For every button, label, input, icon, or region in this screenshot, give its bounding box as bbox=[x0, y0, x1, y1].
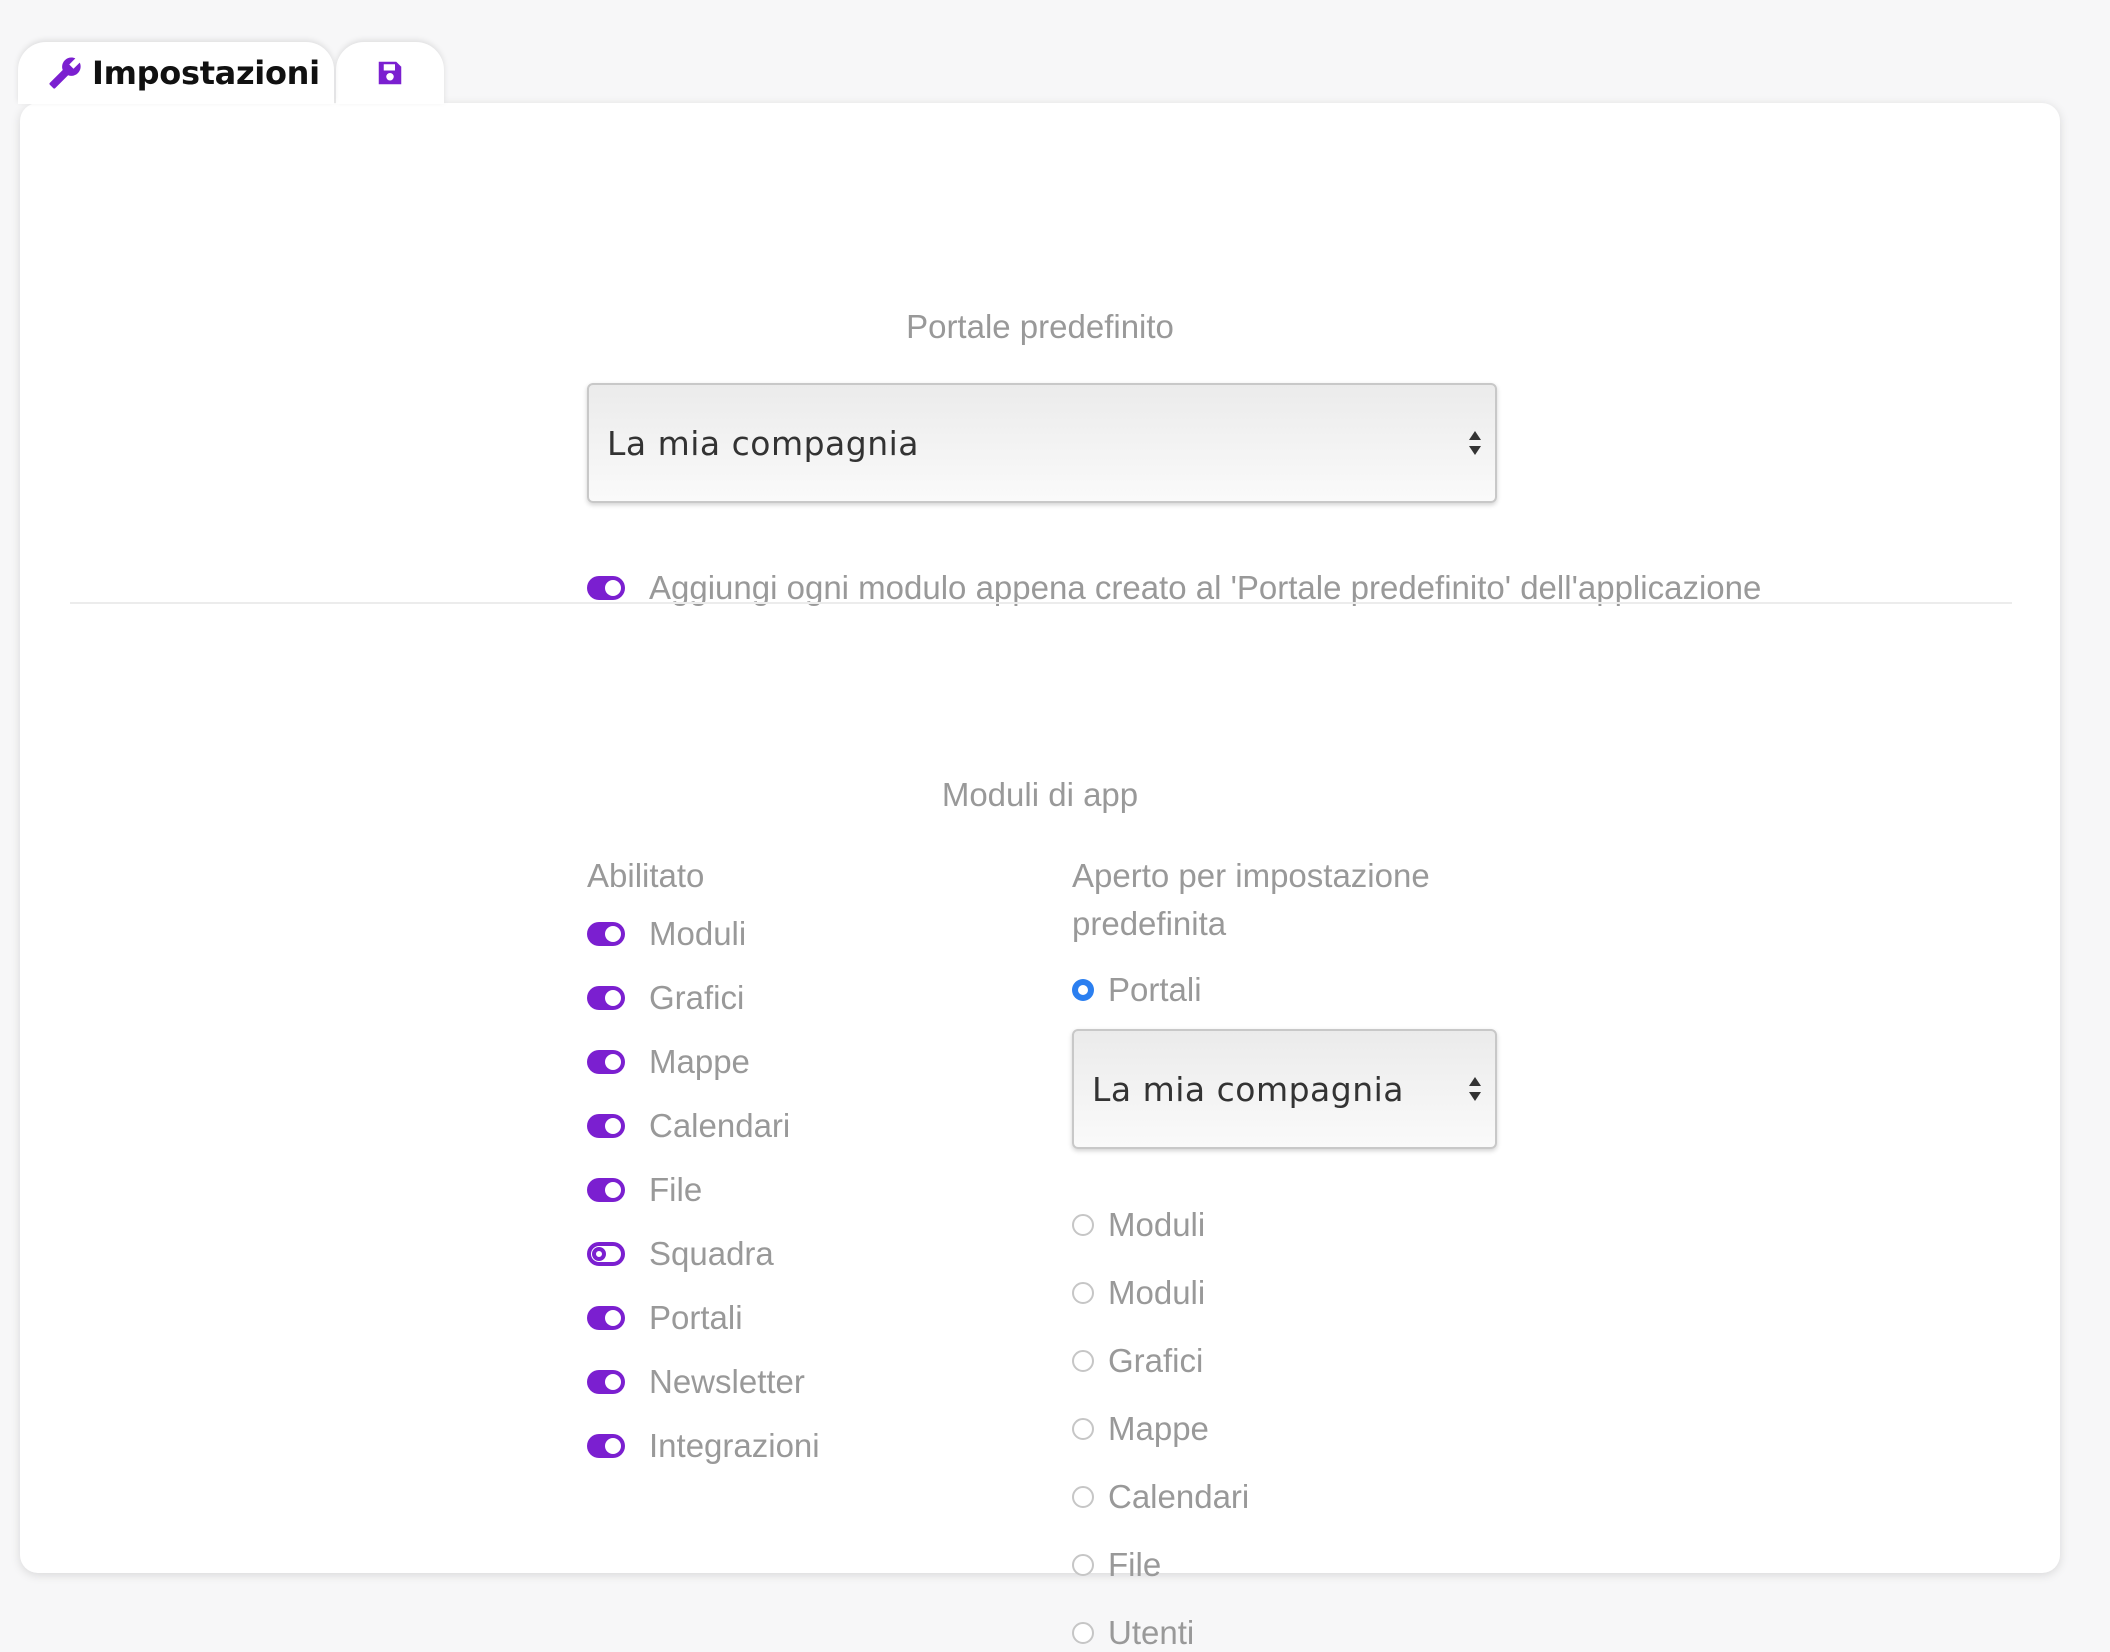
radio-label: Moduli bbox=[1108, 1274, 1206, 1311]
default-open-option-portals[interactable]: Portali bbox=[1072, 971, 1202, 1009]
radio-button[interactable] bbox=[1072, 979, 1094, 1001]
enabled-toggle-row[interactable]: Grafici bbox=[587, 979, 744, 1017]
default-open-option[interactable]: Moduli bbox=[1072, 1206, 1205, 1244]
settings-card: Portale predefinito La mia compagnia Agg… bbox=[20, 103, 2060, 1651]
default-portal-select[interactable]: La mia compagnia bbox=[587, 383, 1497, 503]
tab-settings-label: Impostazioni bbox=[92, 54, 320, 92]
select-arrows-icon bbox=[1469, 1077, 1481, 1101]
radio-label: Portali bbox=[1108, 971, 1202, 1008]
enabled-toggle-row[interactable]: Moduli bbox=[587, 915, 746, 953]
enabled-toggle[interactable] bbox=[587, 1370, 625, 1394]
enabled-toggle[interactable] bbox=[587, 1050, 625, 1074]
tab-settings[interactable]: Impostazioni bbox=[18, 42, 334, 104]
radio-button[interactable] bbox=[1072, 1350, 1094, 1372]
enabled-toggle-label: Newsletter bbox=[649, 1363, 805, 1400]
radio-button[interactable] bbox=[1072, 1622, 1094, 1644]
save-tab[interactable] bbox=[336, 42, 444, 104]
add-module-toggle[interactable] bbox=[587, 576, 625, 600]
enabled-toggle-label: Mappe bbox=[649, 1043, 750, 1080]
enabled-toggle-label: File bbox=[649, 1171, 703, 1208]
enabled-toggle[interactable] bbox=[587, 1114, 625, 1138]
enabled-toggle-row[interactable]: Integrazioni bbox=[587, 1427, 820, 1465]
radio-label: Moduli bbox=[1108, 1206, 1206, 1243]
enabled-toggle-label: Calendari bbox=[649, 1107, 791, 1144]
radio-button[interactable] bbox=[1072, 1282, 1094, 1304]
section-divider bbox=[70, 602, 2012, 604]
radio-label: Mappe bbox=[1108, 1410, 1209, 1447]
radio-button[interactable] bbox=[1072, 1554, 1094, 1576]
enabled-toggle[interactable] bbox=[587, 922, 625, 946]
radio-button[interactable] bbox=[1072, 1486, 1094, 1508]
default-open-column-header: Aperto per impostazione predefinita bbox=[1072, 857, 1430, 942]
enabled-toggle-row[interactable]: Portali bbox=[587, 1299, 743, 1337]
default-open-portal-select[interactable]: La mia compagnia bbox=[1072, 1029, 1497, 1149]
select-arrows-icon bbox=[1469, 431, 1481, 455]
enabled-toggle-row[interactable]: Mappe bbox=[587, 1043, 750, 1081]
enabled-toggle-label: Moduli bbox=[649, 915, 747, 952]
enabled-toggle-row[interactable]: Squadra bbox=[587, 1235, 774, 1273]
enabled-toggle[interactable] bbox=[587, 986, 625, 1010]
default-open-option[interactable]: Moduli bbox=[1072, 1274, 1205, 1312]
enabled-column-header: Abilitato bbox=[587, 857, 705, 894]
enabled-toggle[interactable] bbox=[587, 1242, 625, 1266]
radio-label: Calendari bbox=[1108, 1478, 1250, 1515]
radio-button[interactable] bbox=[1072, 1214, 1094, 1236]
enabled-toggle-label: Portali bbox=[649, 1299, 743, 1336]
radio-button[interactable] bbox=[1072, 1418, 1094, 1440]
wrench-icon bbox=[49, 57, 81, 89]
default-open-option[interactable]: Calendari bbox=[1072, 1478, 1249, 1516]
radio-label: File bbox=[1108, 1546, 1162, 1583]
radio-label: Utenti bbox=[1108, 1614, 1195, 1651]
enabled-toggle-row[interactable]: Newsletter bbox=[587, 1363, 805, 1401]
enabled-toggle-label: Grafici bbox=[649, 979, 745, 1016]
default-open-option[interactable]: Mappe bbox=[1072, 1410, 1209, 1448]
radio-label: Grafici bbox=[1108, 1342, 1204, 1379]
app-modules-title: Moduli di app bbox=[941, 776, 1139, 813]
default-portal-title: Portale predefinito bbox=[906, 308, 1174, 345]
default-open-portal-select-value: La mia compagnia bbox=[1092, 1069, 1405, 1109]
enabled-toggle[interactable] bbox=[587, 1434, 625, 1458]
default-open-option[interactable]: Grafici bbox=[1072, 1342, 1203, 1380]
floppy-disk-icon bbox=[378, 61, 402, 85]
default-open-option[interactable]: Utenti bbox=[1072, 1614, 1194, 1652]
enabled-toggle-label: Squadra bbox=[649, 1235, 774, 1272]
enabled-toggle-row[interactable]: Calendari bbox=[587, 1107, 790, 1145]
enabled-toggle[interactable] bbox=[587, 1306, 625, 1330]
enabled-toggle[interactable] bbox=[587, 1178, 625, 1202]
default-portal-select-value: La mia compagnia bbox=[607, 423, 920, 463]
default-open-option[interactable]: File bbox=[1072, 1546, 1161, 1584]
enabled-toggle-row[interactable]: File bbox=[587, 1171, 702, 1209]
enabled-toggle-label: Integrazioni bbox=[649, 1427, 820, 1464]
